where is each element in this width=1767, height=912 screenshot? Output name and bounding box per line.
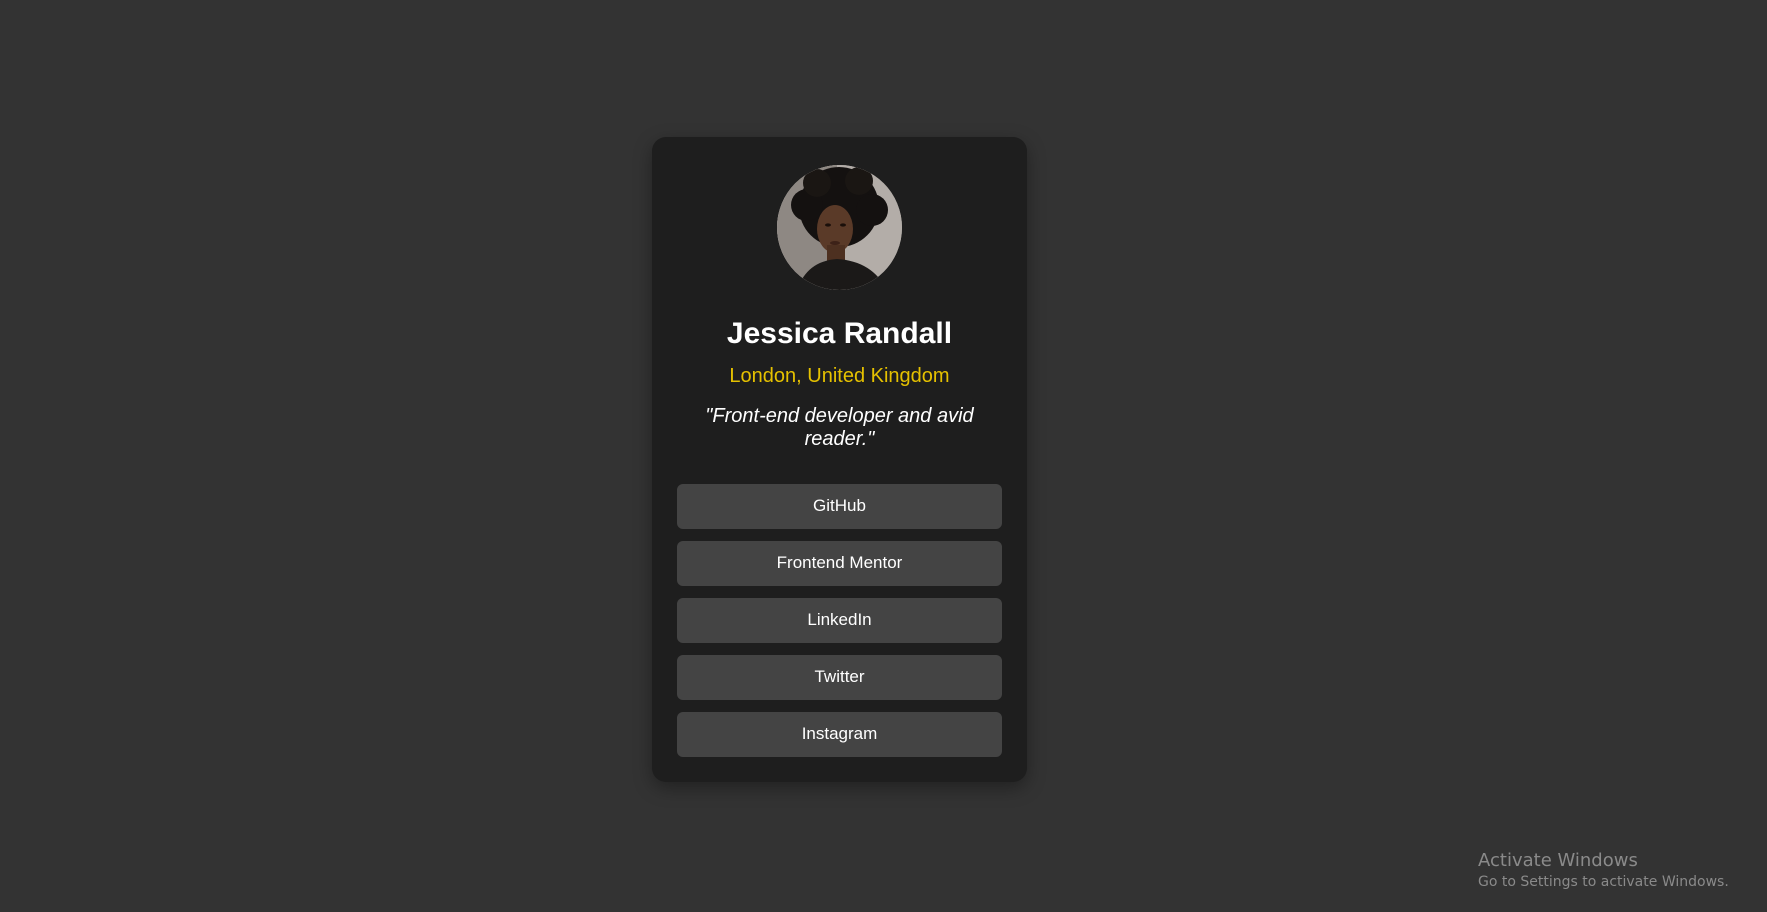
social-links: GitHub Frontend Mentor LinkedIn Twitter … xyxy=(677,483,1002,757)
watermark-subtitle: Go to Settings to activate Windows. xyxy=(1478,873,1729,890)
instagram-link[interactable]: Instagram xyxy=(677,711,1002,757)
linkedin-link[interactable]: LinkedIn xyxy=(677,597,1002,643)
avatar xyxy=(777,165,902,290)
avatar-photo xyxy=(777,165,902,290)
windows-activation-watermark: Activate Windows Go to Settings to activ… xyxy=(1478,850,1729,890)
watermark-title: Activate Windows xyxy=(1478,850,1638,871)
profile-location: London, United Kingdom xyxy=(729,364,950,387)
profile-card: Jessica Randall London, United Kingdom "… xyxy=(652,137,1027,782)
twitter-link[interactable]: Twitter xyxy=(677,654,1002,700)
profile-bio: "Front-end developer and avid reader." xyxy=(705,404,974,450)
frontend-mentor-link[interactable]: Frontend Mentor xyxy=(677,540,1002,586)
github-link[interactable]: GitHub xyxy=(677,483,1002,529)
profile-name: Jessica Randall xyxy=(726,317,953,350)
